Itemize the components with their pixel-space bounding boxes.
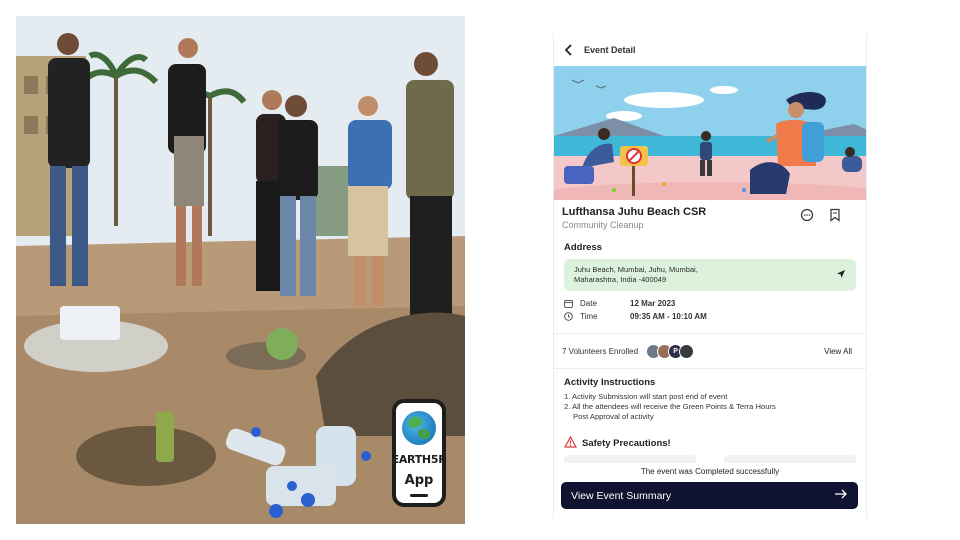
volunteer-avatars: P [646,343,695,359]
badge-brand: EARTH5R [391,453,447,466]
view-all-link[interactable]: View All [824,347,852,356]
safety-precautions-header: Safety Precautions! [554,422,866,451]
clock-icon [564,312,576,321]
button-label: View Event Summary [571,489,672,502]
event-header: Lufthansa Juhu Beach CSR Community Clean… [554,200,866,234]
warning-icon [563,435,578,451]
navigation-arrow-icon[interactable] [836,266,846,284]
date-row: Date 12 Mar 2023 [564,297,856,310]
activity-instructions-list: 1. Activity Submission will start post e… [554,388,866,422]
time-value: 09:35 AM - 10:10 AM [630,312,707,321]
bookmark-icon[interactable] [828,208,842,222]
address-line-1: Juhu Beach, Mumbai, Juhu, Mumbai, [574,265,698,274]
instruction-item-continued: Post Approval of activity [573,412,654,421]
page-title: Event Detail [584,45,636,55]
view-event-summary-button[interactable]: View Event Summary [561,482,858,509]
time-row: Time 09:35 AM - 10:10 AM [564,310,856,323]
safety-cards [554,451,866,463]
back-arrow-icon[interactable] [562,43,576,57]
badge-home-bar [410,494,428,497]
safety-card[interactable] [564,455,696,463]
safety-card[interactable] [724,455,856,463]
chat-icon[interactable] [800,208,814,222]
beach-cleanup-photo: EARTH5R App [16,16,465,524]
event-category: Community Cleanup [562,220,644,230]
instruction-item: 1. Activity Submission will start post e… [564,392,728,401]
safety-precautions-title: Safety Precautions! [582,438,671,449]
badge-app-label: App [404,473,434,488]
address-line-2: Maharashtra, India -400049 [574,275,667,284]
time-label: Time [580,312,598,321]
event-schedule: Date 12 Mar 2023 Time 09:35 AM - 10:10 A… [554,291,866,323]
avatar [679,343,695,359]
date-value: 12 Mar 2023 [630,299,676,308]
activity-instructions-title: Activity Instructions [564,377,656,388]
date-label: Date [580,299,597,308]
phone-screen: Event Detail Lufthansa Juhu Beach CSR Co… [553,34,867,518]
top-bar: Event Detail [554,34,866,66]
globe-icon [402,411,436,445]
address-label: Address [564,242,603,253]
calendar-icon [564,299,576,308]
slide: EARTH5R App Event Detail Lufthansa Juhu … [0,0,960,540]
arrow-right-icon [834,489,848,502]
earth5r-app-badge: EARTH5R App [391,399,447,507]
status-message: The event was Completed successfully [640,467,780,476]
address-card[interactable]: Juhu Beach, Mumbai, Juhu, Mumbai, Mahara… [564,259,856,291]
volunteers-count: 7 Volunteers Enrolled [562,346,639,356]
event-title: Lufthansa Juhu Beach CSR [562,206,707,218]
instruction-item: 2. All the attendees will receive the Gr… [564,402,776,411]
volunteers-row: 7 Volunteers Enrolled P View All [554,334,866,368]
event-banner-illustration [554,66,866,200]
